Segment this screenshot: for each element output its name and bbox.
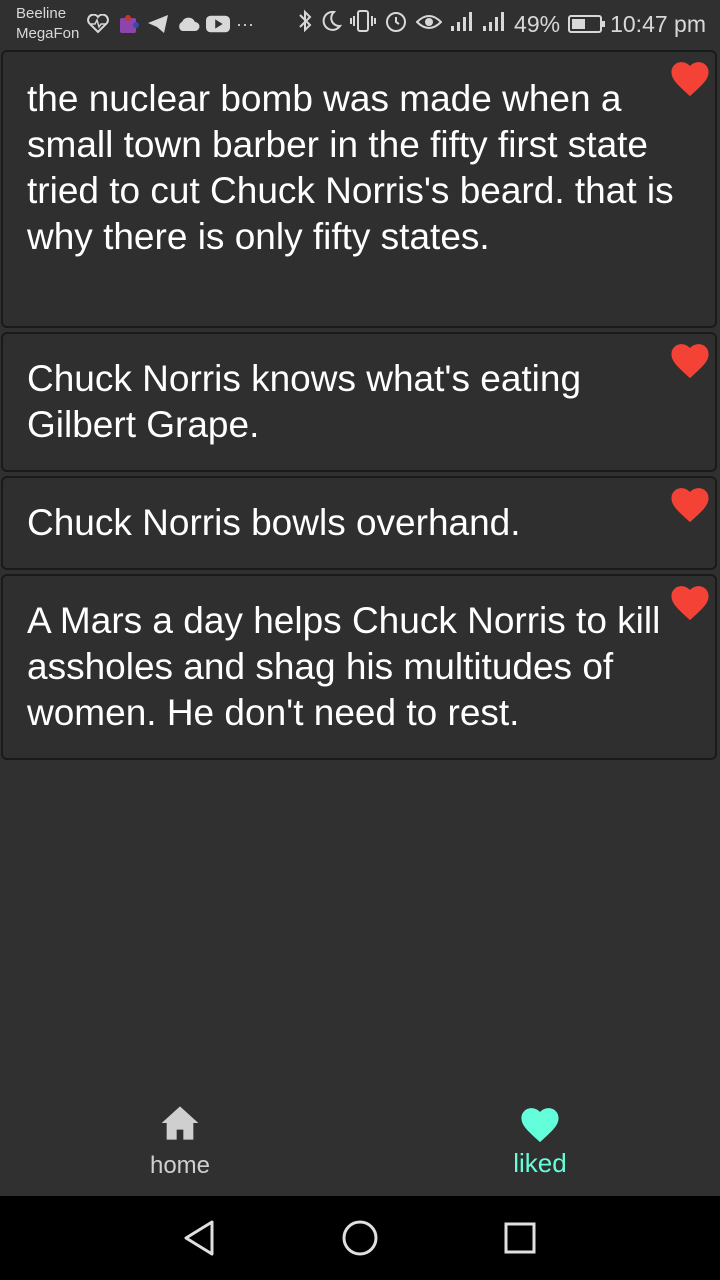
- signal-icon: [482, 10, 506, 38]
- youtube-icon: [206, 12, 230, 36]
- heart-icon[interactable]: [668, 58, 712, 98]
- bottom-navigation: home liked: [0, 1090, 720, 1196]
- heart-icon: [521, 1108, 559, 1143]
- joke-text: Chuck Norris knows what's eating Gilbert…: [27, 358, 582, 445]
- bluetooth-icon: [298, 9, 312, 39]
- eye-icon: [415, 11, 443, 38]
- carrier-names: Beeline MegaFon: [16, 4, 79, 44]
- nav-liked[interactable]: liked: [360, 1090, 720, 1196]
- telegram-icon: [146, 12, 170, 36]
- carrier-1: Beeline: [16, 5, 67, 22]
- joke-card[interactable]: A Mars a day helps Chuck Norris to kill …: [1, 574, 717, 760]
- vibrate-icon: [350, 10, 377, 38]
- joke-card[interactable]: Chuck Norris knows what's eating Gilbert…: [1, 332, 717, 472]
- heart-icon[interactable]: [668, 484, 712, 524]
- joke-card[interactable]: Chuck Norris bowls overhand.: [1, 476, 717, 570]
- system-navigation-bar: [0, 1196, 720, 1280]
- heart-icon[interactable]: [668, 582, 712, 622]
- home-circle-icon[interactable]: [338, 1216, 382, 1260]
- recents-icon[interactable]: [498, 1216, 542, 1260]
- joke-card[interactable]: the nuclear bomb was made when a small t…: [1, 50, 717, 328]
- alarm-icon: [384, 9, 408, 39]
- carrier-2: MegaFon: [16, 25, 80, 42]
- heart-icon[interactable]: [668, 340, 712, 380]
- back-icon[interactable]: [178, 1216, 222, 1260]
- puzzle-icon: [116, 12, 140, 36]
- moon-icon: [320, 10, 343, 38]
- nav-home[interactable]: home: [0, 1090, 360, 1196]
- notification-icons: ···: [86, 10, 254, 38]
- clock: 10:47 pm: [610, 10, 706, 37]
- status-bar: Beeline MegaFon ··· 49% 10:47 pm: [0, 0, 720, 48]
- battery-icon: [568, 15, 606, 33]
- system-status: 49% 10:47 pm: [298, 8, 706, 40]
- heart-monitor-icon: [86, 12, 110, 36]
- battery-percent: 49%: [514, 10, 561, 37]
- joke-text: Chuck Norris bowls overhand.: [27, 502, 521, 543]
- battery-level: [572, 19, 586, 29]
- nav-home-label: home: [149, 1152, 211, 1179]
- joke-text: A Mars a day helps Chuck Norris to kill …: [27, 600, 661, 733]
- nav-liked-label: liked: [513, 1148, 567, 1178]
- more-notifications: ···: [236, 13, 254, 34]
- signal-icon: [450, 10, 474, 38]
- home-icon: [161, 1106, 199, 1140]
- cloud-icon: [176, 12, 200, 36]
- joke-text: the nuclear bomb was made when a small t…: [27, 78, 674, 257]
